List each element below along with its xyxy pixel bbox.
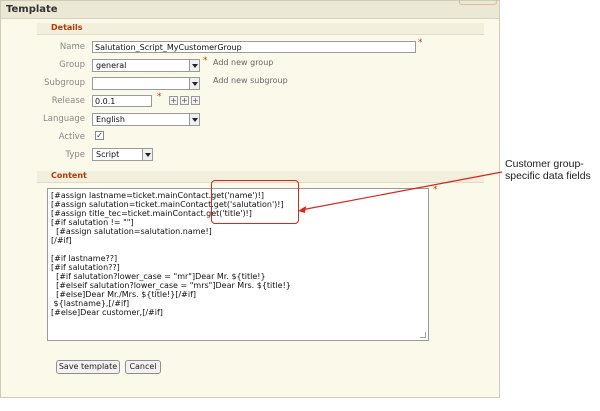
annotation-text: Customer group-specific data fields xyxy=(505,158,591,182)
page: Template Details Name Salutation_Script_… xyxy=(0,0,600,411)
callout-arrow xyxy=(298,171,503,213)
